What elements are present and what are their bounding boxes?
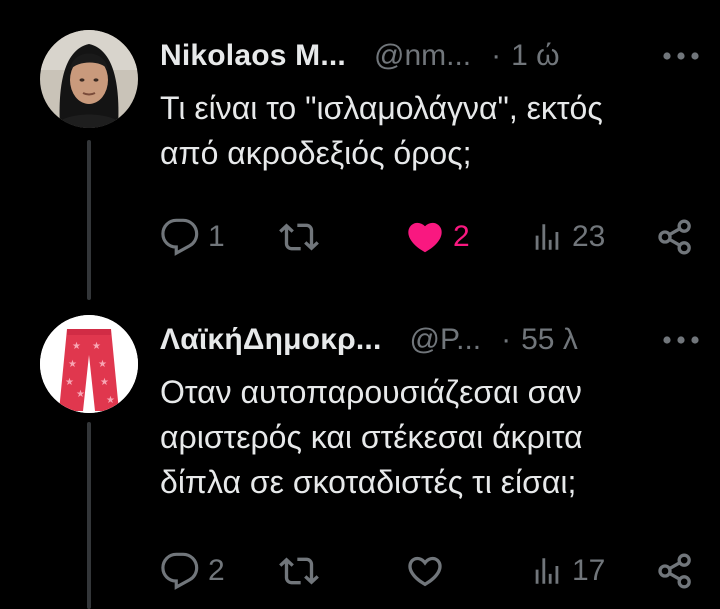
retweet-icon — [279, 223, 319, 251]
tweet[interactable]: Nikolaos M... @nm... · 1 ώ Τι είναι το "… — [0, 0, 720, 300]
separator-dot: · — [491, 39, 502, 72]
display-name[interactable]: ΛαϊκήΔημοκρ... — [160, 323, 382, 357]
more-options-icon[interactable] — [662, 335, 700, 345]
reply-icon — [161, 552, 199, 590]
retweet-icon — [279, 557, 319, 585]
action-bar: 1 2 23 — [160, 214, 695, 260]
svg-text:★: ★ — [98, 359, 107, 370]
display-name[interactable]: Nikolaos M... — [160, 39, 346, 73]
retweet-button[interactable] — [278, 214, 328, 260]
tweet-header: ΛαϊκήΔημοκρ... @P... · 55 λ — [160, 320, 700, 360]
like-button[interactable]: 2 — [405, 214, 470, 260]
like-count: 2 — [453, 220, 470, 253]
reply-icon — [161, 218, 199, 256]
svg-text:★: ★ — [65, 377, 74, 388]
heart-filled-icon — [408, 222, 442, 253]
share-icon — [658, 553, 691, 589]
timestamp[interactable]: 55 λ — [521, 323, 578, 357]
share-icon — [658, 219, 691, 255]
share-button[interactable] — [655, 548, 695, 594]
views-icon — [535, 224, 559, 250]
tweet-text: Οταν αυτοπαρουσιάζεσαι σαν αριστερός και… — [160, 374, 583, 500]
reply-count: 1 — [208, 220, 225, 253]
avatar-photo — [40, 30, 138, 128]
tweet-header: Nikolaos M... @nm... · 1 ώ — [160, 36, 700, 76]
heart-outline-icon — [408, 556, 442, 587]
timestamp[interactable]: 1 ώ — [511, 39, 559, 73]
thread-line — [87, 422, 91, 609]
reply-button[interactable]: 2 — [160, 548, 225, 594]
avatar[interactable] — [40, 30, 138, 128]
view-count: 23 — [572, 220, 606, 253]
handle[interactable]: @nm... — [374, 39, 471, 73]
svg-text:★: ★ — [68, 359, 77, 370]
svg-text:★: ★ — [76, 389, 85, 400]
views-icon — [535, 558, 559, 584]
separator-dot: · — [501, 323, 512, 356]
thread-line — [87, 140, 91, 300]
views-button[interactable]: 23 — [530, 214, 605, 260]
reply-button[interactable]: 1 — [160, 214, 225, 260]
tweet-text: Τι είναι το "ισλαμολάγνα", εκτός από ακρ… — [160, 90, 603, 171]
retweet-button[interactable] — [278, 548, 328, 594]
action-bar: 2 17 — [160, 548, 695, 594]
share-button[interactable] — [655, 214, 695, 260]
handle[interactable]: @P... — [410, 323, 482, 357]
svg-text:★: ★ — [106, 395, 115, 406]
svg-text:★: ★ — [72, 341, 81, 352]
more-options-icon[interactable] — [662, 51, 700, 61]
views-button[interactable]: 17 — [530, 548, 605, 594]
like-button[interactable] — [405, 548, 453, 594]
avatar-pants-image: ★ ★ ★ ★ ★ ★ ★ ★ — [40, 315, 138, 413]
svg-text:★: ★ — [100, 377, 109, 388]
tweet[interactable]: ★ ★ ★ ★ ★ ★ ★ ★ ΛαϊκήΔημοκρ... @P... · 5… — [0, 300, 720, 609]
reply-count: 2 — [208, 554, 225, 587]
view-count: 17 — [572, 554, 606, 587]
avatar[interactable]: ★ ★ ★ ★ ★ ★ ★ ★ — [40, 315, 138, 413]
svg-text:★: ★ — [92, 341, 101, 352]
